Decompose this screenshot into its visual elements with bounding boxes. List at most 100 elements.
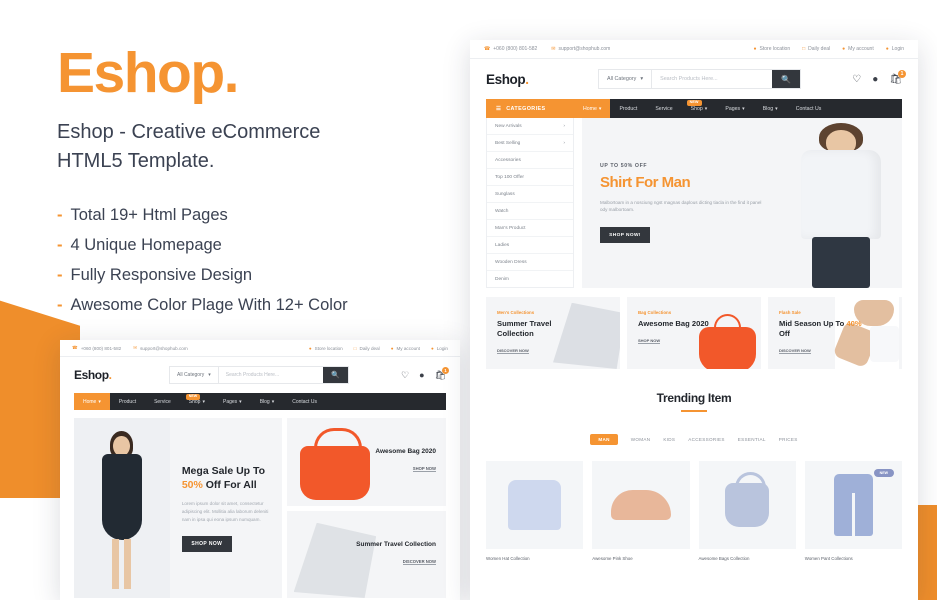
nav-item-contact-us[interactable]: Contact Us [787,99,831,118]
chevron-right-icon: › [563,123,565,129]
product-card[interactable]: Women Hat Collection [486,461,584,561]
wishlist-icon[interactable]: ♡ [852,74,861,85]
site-logo[interactable]: Eshop. [74,368,169,382]
topbar-link-store-location[interactable]: ● Store location [309,346,343,351]
nav-item-home[interactable]: Home ▾ [574,99,611,118]
promo-card-link[interactable]: SHOP NOW [412,466,436,473]
site-logo[interactable]: Eshop. [486,72,598,87]
search-input[interactable]: Search Products Here... [652,76,772,82]
promo-card-link[interactable]: DISCOVER NOW [779,348,811,354]
hero-title: Shirt For Man [600,173,691,191]
topbar-link-my-account[interactable]: ● My account [842,46,874,52]
promo-card-awesome-bag[interactable]: Awesome Bag 2020 SHOP NOW [287,418,446,506]
nav-item-shop[interactable]: NEW Shop ▾ [682,99,717,118]
hero-copy: UP TO 50% OFF Shirt For Man Malbortoam i… [582,163,768,244]
category-select[interactable]: All Category ▾ [599,70,653,88]
product-card[interactable]: Awesome Pink Shoe [592,461,690,561]
list-item: - Fully Responsive Design [57,266,457,285]
sidebar-item-sunglass[interactable]: Sunglass [487,186,573,203]
sidebar-item-label: Accessories [495,157,521,163]
topbar-link-login[interactable]: ● Login [431,346,448,351]
nav-item-contact-us[interactable]: Contact Us [283,393,326,410]
sidebar-item-denim[interactable]: Denim [487,271,573,288]
promo-card-title: Awesome Bag 2020 [638,319,709,328]
product-card[interactable]: NEW Women Pant Collections [804,461,902,561]
topbar-link-login[interactable]: ● Login [886,46,904,52]
search-button[interactable]: 🔍 [772,70,800,88]
promo-card-link[interactable]: DISCOVER NOW [402,559,436,565]
sidebar-item-accessories[interactable]: Accessories [487,152,573,169]
nav-item-label: Product [118,398,137,405]
sidebar-item-wooden-dress[interactable]: Wooden Dress [487,254,573,271]
hero-shop-now-button[interactable]: SHOP NOW [181,535,232,552]
tab-man[interactable]: MAN [590,434,618,445]
search-bar: All Category ▾ Search Products Here... 🔍 [598,69,801,89]
cart-button[interactable]: 🛍 1 [889,69,906,85]
search-input[interactable]: Search Products Here... [219,372,323,378]
topbar: ☎ +060 (800) 801-582 ✉ support@shophub.c… [470,40,918,59]
nav-item-pages[interactable]: Pages ▾ [214,393,251,410]
user-account-icon[interactable]: ● [419,370,424,380]
tab-woman[interactable]: WOMAN [631,437,651,442]
promo-card-kicker: Men's Collections [497,310,535,315]
sidebar-item-label: Sunglass [495,191,515,197]
nav-item-shop[interactable]: NEW Shop ▾ [180,393,214,410]
user-account-icon[interactable]: ● [872,74,878,85]
topbar-link-daily-deal[interactable]: □ Daily deal [802,46,830,52]
chevron-down-icon: ▾ [271,398,275,405]
topbar-link-my-account[interactable]: ● My account [391,346,420,351]
promo-card-link[interactable]: SHOP NOW [638,338,661,344]
promo-cards-row: Men's Collections Summer Travel Collecti… [486,297,902,369]
product-card[interactable]: Awesome Bags Collection [698,461,796,561]
nav-item-service[interactable]: Service [646,99,681,118]
list-item: - 4 Unique Homepage [57,236,457,255]
search-button[interactable]: 🔍 [323,367,348,383]
model-leg-left [112,538,120,589]
promo-card-title: Summer Travel Collection [497,319,552,338]
wishlist-icon[interactable]: ♡ [401,370,409,381]
sidebar-item-mans-product[interactable]: Man's Product [487,220,573,237]
category-select[interactable]: All Category ▾ [170,367,219,383]
hero-banner[interactable]: UP TO 50% OFF Shirt For Man Malbortoam i… [582,118,902,288]
nav-item-service[interactable]: Service [145,393,180,410]
trending-section: Trending Item MAN WOMAN KIDS ACCESSORIES… [470,391,918,561]
chevron-down-icon: ▾ [239,398,242,405]
sidebar-item-best-selling[interactable]: Best Selling › [487,135,573,152]
promo-card-awesome-bag[interactable]: Bag Collections Awesome Bag 2020 SHOP NO… [627,297,761,369]
nav-item-home[interactable]: Home ▾ [74,393,110,410]
sidebar-item-top-100-offer[interactable]: Top 100 Offer [487,169,573,186]
tab-accessories[interactable]: ACCESSORIES [688,437,725,442]
product-grid: Women Hat Collection Awesome Pink Shoe A… [486,461,902,561]
tab-prices[interactable]: PRICES [779,437,798,442]
nav-item-product[interactable]: Product [610,99,646,118]
chevron-down-icon: ▾ [742,105,745,112]
promo-card-summer-travel[interactable]: Men's Collections Summer Travel Collecti… [486,297,620,369]
nav-item-pages[interactable]: Pages ▾ [716,99,753,118]
topbar-link-daily-deal[interactable]: □ Daily deal [354,346,380,351]
promo-card-flash-sale[interactable]: Flash Sale Mid Season Up To 40% Off DISC… [768,297,902,369]
topbar-link-store-location[interactable]: ● Store location [754,46,791,52]
email-info: ✉ support@shophub.com [551,46,610,52]
nav-item-blog[interactable]: Blog ▾ [754,99,787,118]
promo-card-copy: Flash Sale Mid Season Up To 40% Off DISC… [768,297,902,357]
categories-button[interactable]: ☰ CATEGORIES [486,99,574,118]
chevron-right-icon: › [563,140,565,146]
nav-item-label: Pages [222,398,238,405]
promo-card-link[interactable]: DISCOVER NOW [497,348,529,354]
promo-card-summer-travel[interactable]: Summer Travel Collection DISCOVER NOW [287,510,446,598]
sidebar-item-watch[interactable]: Watch [487,203,573,220]
nav-item-product[interactable]: Product [110,393,145,410]
email-address: support@shophub.com [140,345,188,351]
tab-kids[interactable]: KIDS [663,437,675,442]
list-item: - Awesome Color Plage With 12+ Color [57,296,457,315]
sidebar-item-new-arrivals[interactable]: New Arrivals › [487,118,573,135]
hero-shop-now-button[interactable]: SHOP NOW! [600,227,650,244]
model-pants [812,237,870,288]
promo-feature-label: Total 19+ Html Pages [70,206,228,224]
promo-subtitle-line1: Eshop - Creative eCommerce [57,121,321,143]
site-header: Eshop. All Category ▾ Search Products He… [470,59,918,99]
cart-button[interactable]: 🛍 1 [435,366,449,381]
nav-item-blog[interactable]: Blog ▾ [251,393,284,410]
tab-essential[interactable]: ESSENTIAL [738,437,766,442]
sidebar-item-ladies[interactable]: Ladies [487,237,573,254]
